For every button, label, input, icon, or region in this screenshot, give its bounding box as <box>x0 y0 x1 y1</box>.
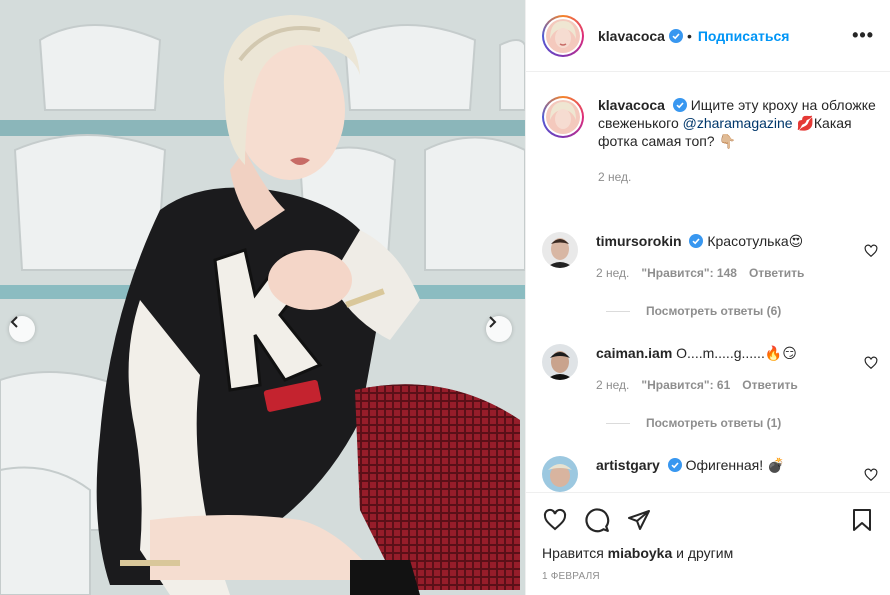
bookmark-icon[interactable] <box>850 507 874 533</box>
chevron-left-icon <box>10 316 18 328</box>
chevron-right-icon <box>489 316 497 328</box>
verified-icon <box>672 98 687 112</box>
heart-icon[interactable] <box>542 508 568 532</box>
likes-user[interactable]: miaboyka <box>608 545 673 561</box>
next-photo-button[interactable] <box>486 316 512 342</box>
author-avatar[interactable] <box>542 14 584 57</box>
commenter-avatar[interactable] <box>542 344 578 380</box>
verified-icon <box>667 458 682 472</box>
caption-mention[interactable]: @zharamagazine <box>683 115 793 131</box>
post-header: klavacoca • Подписаться ••• <box>526 0 890 72</box>
comment-time: 2 нед. <box>596 378 630 392</box>
comment-username[interactable]: caiman.iam <box>596 345 672 361</box>
comment-likes[interactable]: "Нравится": 148 <box>641 264 737 282</box>
likes-suffix[interactable]: и другим <box>676 545 733 561</box>
share-icon[interactable] <box>626 508 652 532</box>
caption-text: klavacoca Ищите эту кроху на обложке све… <box>598 96 878 150</box>
comments-list[interactable]: klavacoca Ищите эту кроху на обложке све… <box>526 72 890 492</box>
comment-time: 2 нед. <box>596 266 630 280</box>
comment-text: artistgary Офигенная! 💣 <box>596 456 878 474</box>
comment-item: artistgary Офигенная! 💣 <box>542 456 878 492</box>
view-replies-label: Посмотреть ответы (6) <box>646 304 782 318</box>
likes-prefix: Нравится <box>542 545 604 561</box>
view-replies-button[interactable]: Посмотреть ответы (1) <box>606 416 781 430</box>
post-side-panel: klavacoca • Подписаться ••• klavacoca Ищ… <box>525 0 890 595</box>
comment-text: timursorokin Красотулька😍 <box>596 232 878 250</box>
comment-item: caiman.iam О....m.....g......🔥😏 2 нед. "… <box>542 344 878 394</box>
replies-divider <box>606 310 630 312</box>
caption-avatar[interactable] <box>542 96 584 138</box>
commenter-avatar[interactable] <box>542 456 578 492</box>
comment-text: caiman.iam О....m.....g......🔥😏 <box>596 344 878 362</box>
post-date[interactable]: 1 ФЕВРАЛЯ <box>542 571 874 582</box>
replies-divider <box>606 422 630 424</box>
separator-dot: • <box>686 27 692 44</box>
prev-photo-button[interactable] <box>9 316 35 342</box>
post-photo[interactable] <box>0 0 525 595</box>
view-replies-label: Посмотреть ответы (1) <box>646 416 782 430</box>
follow-button[interactable]: Подписаться <box>698 28 790 44</box>
comment-body: Красотулька😍 <box>707 233 804 249</box>
post-actions: Нравится miaboyka и другим 1 ФЕВРАЛЯ <box>526 492 890 582</box>
verified-icon <box>668 28 683 43</box>
comment-username[interactable]: artistgary <box>596 457 660 473</box>
more-icon[interactable]: ••• <box>852 25 874 46</box>
comment-likes[interactable]: "Нравится": 61 <box>641 376 730 394</box>
reply-button[interactable]: Ответить <box>742 376 797 394</box>
view-replies-button[interactable]: Посмотреть ответы (6) <box>606 304 781 318</box>
heart-icon[interactable] <box>864 244 878 258</box>
comment-item: timursorokin Красотулька😍 2 нед. "Нравит… <box>542 232 878 282</box>
comment-meta: 2 нед. "Нравится": 61 Ответить <box>596 376 878 394</box>
avatar-image <box>546 18 580 53</box>
heart-icon[interactable] <box>864 468 878 482</box>
photo-illustration <box>0 0 525 595</box>
heart-icon[interactable] <box>864 356 878 370</box>
avatar-image <box>546 100 580 134</box>
reply-button[interactable]: Ответить <box>749 264 804 282</box>
comment-icon[interactable] <box>584 507 610 533</box>
verified-icon <box>689 234 704 248</box>
comment-meta: 2 нед. "Нравится": 148 Ответить <box>596 264 878 282</box>
comment-body: Офигенная! 💣 <box>685 457 785 473</box>
likes-summary: Нравится miaboyka и другим <box>542 545 874 561</box>
author-username[interactable]: klavacoca <box>598 28 665 44</box>
caption-time: 2 нед. <box>598 170 632 184</box>
commenter-avatar[interactable] <box>542 232 578 268</box>
comment-body: О....m.....g......🔥😏 <box>676 345 797 361</box>
caption: klavacoca Ищите эту кроху на обложке све… <box>542 96 878 186</box>
caption-meta: 2 нед. <box>598 168 878 186</box>
comment-username[interactable]: timursorokin <box>596 233 682 249</box>
caption-username[interactable]: klavacoca <box>598 97 665 113</box>
